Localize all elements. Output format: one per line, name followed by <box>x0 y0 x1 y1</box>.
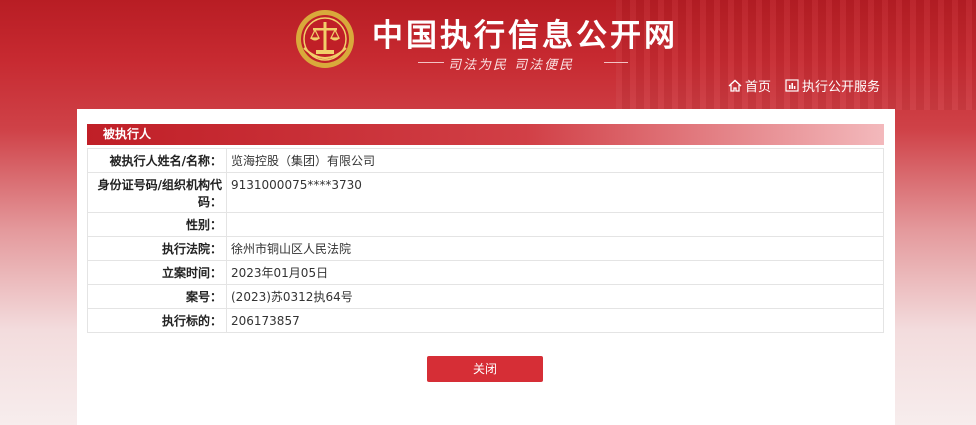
table-row: 案号： (2023)苏0312执64号 <box>87 284 884 309</box>
nav-execution-service-label: 执行公开服务 <box>802 80 881 95</box>
table-row: 执行标的： 206173857 <box>87 308 884 333</box>
slogan: 司法为民 司法便民 <box>418 54 628 73</box>
row-value: 徐州市铜山区人民法院 <box>226 236 884 261</box>
home-icon <box>728 79 742 92</box>
table-row: 立案时间： 2023年01月05日 <box>87 260 884 285</box>
row-label: 执行法院： <box>87 236 227 261</box>
row-value: (2023)苏0312执64号 <box>226 284 884 309</box>
nav-home-label: 首页 <box>745 80 772 95</box>
row-label: 被执行人姓名/名称： <box>87 148 227 173</box>
nav-home-link[interactable]: 首页 <box>728 76 771 95</box>
top-nav: 首页 执行公开服务 <box>728 76 894 95</box>
row-label: 身份证号码/组织机构代码： <box>87 172 227 213</box>
slogan-text: 司法为民 司法便民 <box>448 58 575 73</box>
table-row: 性别： <box>87 212 884 237</box>
table-row: 执行法院： 徐州市铜山区人民法院 <box>87 236 884 261</box>
row-label: 案号： <box>87 284 227 309</box>
row-value: 9131000075****3730 <box>226 172 884 213</box>
row-label: 立案时间： <box>87 260 227 285</box>
nav-execution-service-link[interactable]: 执行公开服务 <box>785 76 880 95</box>
slogan-divider-left <box>418 62 444 63</box>
row-value: 览海控股（集团）有限公司 <box>226 148 884 173</box>
row-value <box>226 212 884 237</box>
chart-icon <box>785 79 799 92</box>
close-button[interactable]: 关闭 <box>427 356 543 382</box>
section-title: 被执行人 <box>87 124 884 145</box>
court-emblem-icon <box>296 10 354 68</box>
row-label: 性别： <box>87 212 227 237</box>
table-row: 被执行人姓名/名称： 览海控股（集团）有限公司 <box>87 148 884 173</box>
slogan-divider-right <box>604 62 628 63</box>
table-row: 身份证号码/组织机构代码： 9131000075****3730 <box>87 172 884 213</box>
info-table: 被执行人姓名/名称： 览海控股（集团）有限公司 身份证号码/组织机构代码： 91… <box>87 148 884 333</box>
row-label: 执行标的： <box>87 308 227 333</box>
site-title: 中国执行信息公开网 <box>372 18 678 54</box>
row-value: 2023年01月05日 <box>226 260 884 285</box>
row-value: 206173857 <box>226 308 884 333</box>
detail-panel: 被执行人 被执行人姓名/名称： 览海控股（集团）有限公司 身份证号码/组织机构代… <box>77 109 895 425</box>
